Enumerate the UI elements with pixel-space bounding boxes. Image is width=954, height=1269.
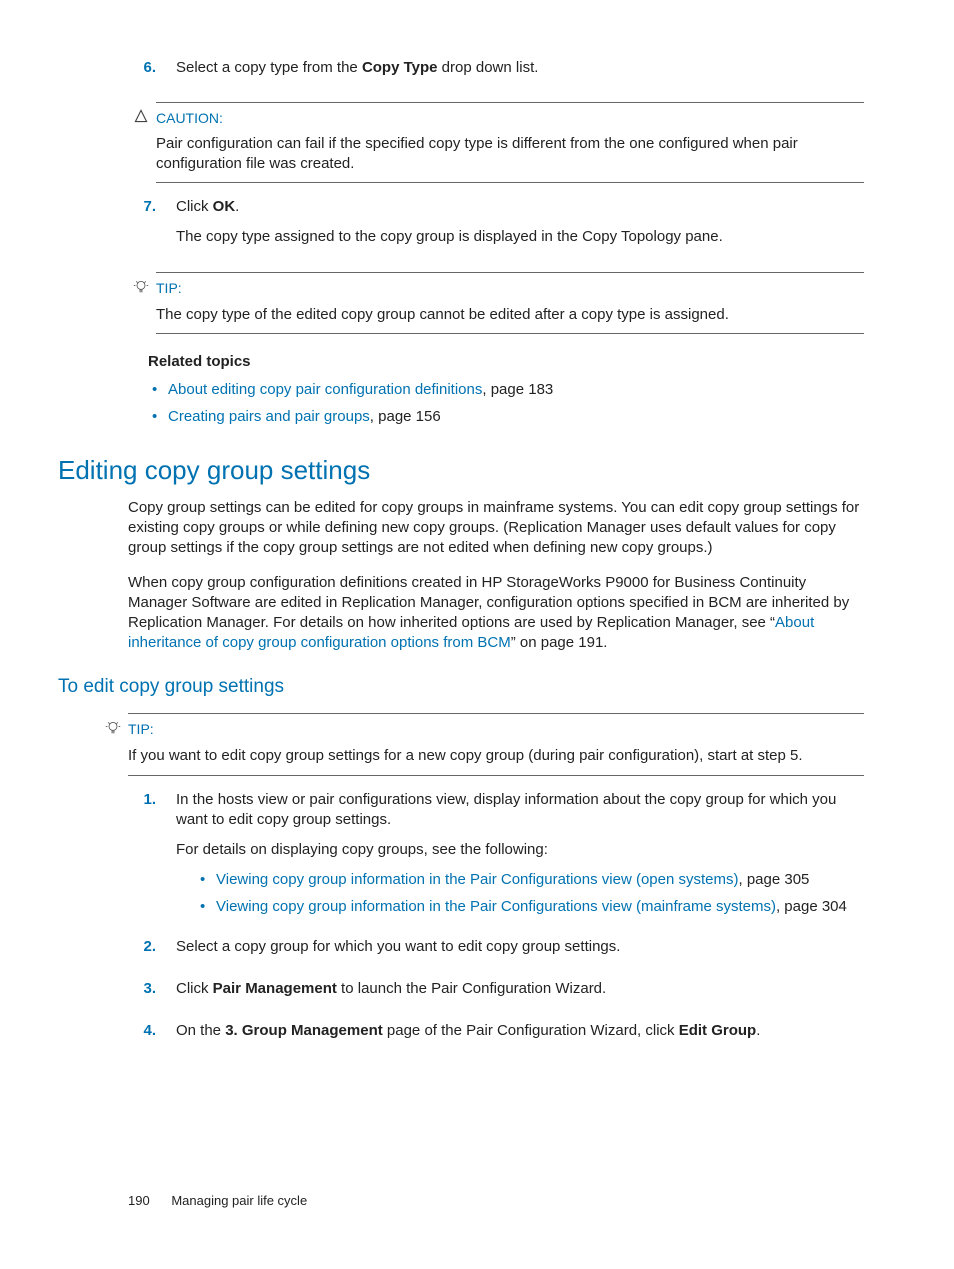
subsection-heading: To edit copy group settings [58,674,864,700]
step-number: 4. [128,1021,166,1041]
related-topics-heading: Related topics [148,352,864,372]
step-number: 3. [128,979,166,999]
related-link[interactable]: Creating pairs and pair groups [168,408,370,425]
step-4: 4. On the 3. Group Management page of th… [58,1021,864,1051]
step-number: 2. [128,937,166,957]
step-number: 6. [128,58,166,78]
body-paragraph: When copy group configuration definition… [128,573,864,654]
tip-text: The copy type of the edited copy group c… [156,305,864,325]
related-item: Creating pairs and pair groups, page 156 [148,407,864,427]
sub-bullet-list: Viewing copy group information in the Pa… [198,870,864,917]
step-text: In the hosts view or pair configurations… [176,790,864,925]
page-footer: 190 Managing pair life cycle [58,1192,864,1210]
caution-note: CAUTION: Pair configuration can fail if … [156,102,864,183]
step-6: 6. Select a copy type from the Copy Type… [58,58,864,88]
caution-text: Pair configuration can fail if the speci… [156,134,864,175]
step-text: Click OK. The copy type assigned to the … [176,197,864,258]
section-heading: Editing copy group settings [58,453,864,488]
tip-text: If you want to edit copy group settings … [128,746,864,766]
step-text: Select a copy group for which you want t… [176,937,864,967]
tip-note: TIP: The copy type of the edited copy gr… [156,272,864,335]
related-topics-list: About editing copy pair configuration de… [148,380,864,427]
page-number: 190 [128,1192,150,1210]
list-item: Viewing copy group information in the Pa… [198,897,864,917]
step-2: 2. Select a copy group for which you wan… [58,937,864,967]
list-item: Viewing copy group information in the Pa… [198,870,864,890]
step-text: On the 3. Group Management page of the P… [176,1021,864,1051]
related-link[interactable]: About editing copy pair configuration de… [168,381,482,398]
step-3: 3. Click Pair Management to launch the P… [58,979,864,1009]
caution-label: CAUTION: [156,109,223,128]
step-1: 1. In the hosts view or pair configurati… [58,790,864,925]
tip-note: TIP: If you want to edit copy group sett… [128,713,864,776]
step-number: 7. [128,197,166,217]
step-number: 1. [128,790,166,810]
tip-label: TIP: [156,279,182,298]
step-7: 7. Click OK. The copy type assigned to t… [58,197,864,258]
tip-label: TIP: [128,720,154,739]
tip-icon [132,279,156,301]
caution-icon [132,109,156,129]
footer-title: Managing pair life cycle [171,1193,307,1208]
body-paragraph: Copy group settings can be edited for co… [128,498,864,559]
inline-link[interactable]: Viewing copy group information in the Pa… [216,898,776,915]
related-item: About editing copy pair configuration de… [148,380,864,400]
step-text: Select a copy type from the Copy Type dr… [176,58,864,88]
step-text: Click Pair Management to launch the Pair… [176,979,864,1009]
inline-link[interactable]: Viewing copy group information in the Pa… [216,871,738,888]
tip-icon [104,720,128,742]
